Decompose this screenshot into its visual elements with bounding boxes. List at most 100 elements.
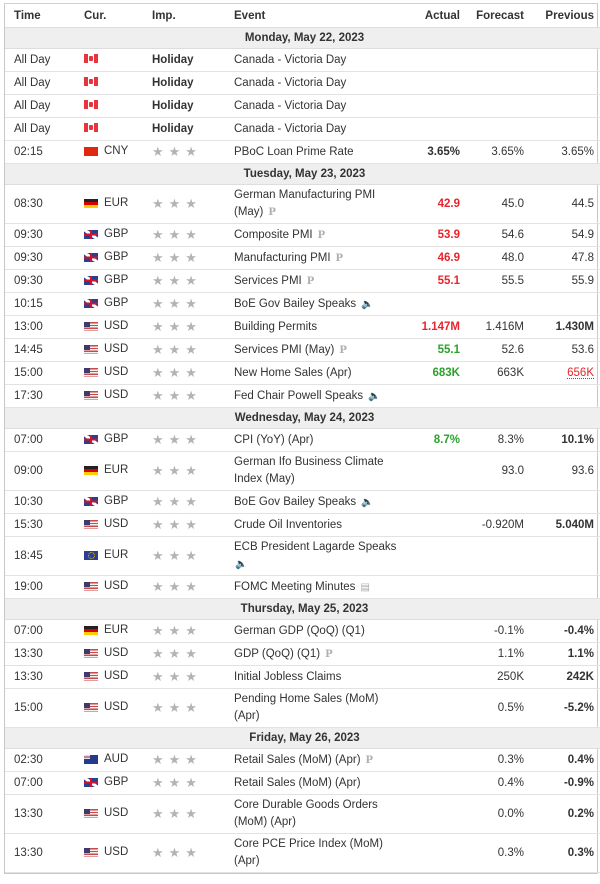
previous-value-cell[interactable]: 656K bbox=[524, 361, 600, 385]
event-name-cell[interactable]: Pending Home Sales (MoM) (Apr) bbox=[234, 688, 402, 728]
event-row[interactable]: 09:30 GBP ★★★ Composite PMI P 53.9 54.6 54.9 bbox=[5, 223, 600, 247]
event-name[interactable]: ECB President Lagarde Speaks bbox=[234, 541, 396, 553]
event-name-cell[interactable]: Building Permits bbox=[234, 315, 402, 339]
event-row[interactable]: 10:15 GBP ★★★ BoE Gov Bailey Speaks 🔈 bbox=[5, 292, 600, 316]
event-row[interactable]: 14:45 USD ★★★ Services PMI (May) P 55.1 52.6 53… bbox=[5, 338, 600, 362]
event-name[interactable]: FOMC Meeting Minutes bbox=[234, 581, 355, 593]
revised-previous-value[interactable]: 656K bbox=[567, 367, 594, 379]
event-name-cell[interactable]: PBoC Loan Prime Rate bbox=[234, 140, 402, 164]
event-name-cell[interactable]: Core Durable Goods Orders (MoM) (Apr) bbox=[234, 794, 402, 834]
event-name-cell[interactable]: German Ifo Business Climate Index (May) bbox=[234, 451, 402, 491]
event-name-cell[interactable]: Crude Oil Inventories bbox=[234, 513, 402, 537]
event-row[interactable]: 10:30 GBP ★★★ BoE Gov Bailey Speaks 🔈 bbox=[5, 490, 600, 514]
event-name[interactable]: PBoC Loan Prime Rate bbox=[234, 146, 354, 158]
event-row[interactable]: 13:30 USD ★★★ Core Durable Goods Orders (Mo… bbox=[5, 794, 600, 834]
event-row[interactable]: 09:30 GBP ★★★ Services PMI P 55.1 55.5 55.9 bbox=[5, 269, 600, 293]
event-row[interactable]: 15:30 USD ★★★ Crude Oil Inventories -0.920M 5… bbox=[5, 513, 600, 537]
event-row[interactable]: 17:30 USD ★★★ Fed Chair Powell Speaks 🔈 bbox=[5, 384, 600, 408]
event-name[interactable]: Services PMI (May) bbox=[234, 344, 334, 356]
event-name[interactable]: Canada - Victoria Day bbox=[234, 123, 346, 135]
event-name[interactable]: German Manufacturing PMI (May) bbox=[234, 189, 375, 218]
event-row[interactable]: All Day Holiday Canada - Victoria Day bbox=[5, 48, 600, 72]
event-name[interactable]: German GDP (QoQ) (Q1) bbox=[234, 625, 365, 637]
event-name-cell[interactable]: German Manufacturing PMI (May) P bbox=[234, 184, 402, 224]
event-row[interactable]: All Day Holiday Canada - Victoria Day bbox=[5, 117, 600, 141]
event-row[interactable]: 07:00 GBP ★★★ CPI (YoY) (Apr) 8.7% 8.3% 10.1% bbox=[5, 428, 600, 452]
event-name[interactable]: Core Durable Goods Orders (MoM) (Apr) bbox=[234, 799, 378, 828]
event-name[interactable]: Pending Home Sales (MoM) (Apr) bbox=[234, 693, 378, 722]
event-name-cell[interactable]: CPI (YoY) (Apr) bbox=[234, 428, 402, 452]
event-name-cell[interactable]: Fed Chair Powell Speaks 🔈 bbox=[234, 384, 402, 408]
event-name[interactable]: New Home Sales (Apr) bbox=[234, 367, 352, 379]
event-row[interactable]: 13:30 USD ★★★ Core PCE Price Index (MoM) (A… bbox=[5, 833, 600, 873]
event-name[interactable]: Manufacturing PMI bbox=[234, 252, 331, 264]
event-name-cell[interactable]: Initial Jobless Claims bbox=[234, 665, 402, 689]
event-name-cell[interactable]: Canada - Victoria Day bbox=[234, 94, 402, 118]
event-row[interactable]: All Day Holiday Canada - Victoria Day bbox=[5, 71, 600, 95]
event-name-cell[interactable]: Retail Sales (MoM) (Apr) P bbox=[234, 748, 402, 772]
event-row[interactable]: 18:45 EUR ★★★ ECB President Lagarde Speaks 🔈 bbox=[5, 536, 600, 576]
event-name-cell[interactable]: GDP (QoQ) (Q1) P bbox=[234, 642, 402, 666]
event-name[interactable]: Retail Sales (MoM) (Apr) bbox=[234, 777, 361, 789]
event-row[interactable]: 09:30 GBP ★★★ Manufacturing PMI P 46.9 48.0 47.… bbox=[5, 246, 600, 270]
event-name[interactable]: Core PCE Price Index (MoM) (Apr) bbox=[234, 838, 383, 867]
event-name-cell[interactable]: Core PCE Price Index (MoM) (Apr) bbox=[234, 833, 402, 873]
col-header-previous[interactable]: Previous bbox=[524, 4, 600, 28]
event-name-cell[interactable]: ECB President Lagarde Speaks 🔈 bbox=[234, 536, 402, 576]
event-name[interactable]: GDP (QoQ) (Q1) bbox=[234, 648, 320, 660]
event-name-cell[interactable]: New Home Sales (Apr) bbox=[234, 361, 402, 385]
event-name[interactable]: Canada - Victoria Day bbox=[234, 100, 346, 112]
event-row[interactable]: All Day Holiday Canada - Victoria Day bbox=[5, 94, 600, 118]
event-importance: ★★★ bbox=[143, 246, 234, 270]
event-name-cell[interactable]: Services PMI (May) P bbox=[234, 338, 402, 362]
previous-value-cell: 93.6 bbox=[524, 451, 600, 491]
event-row[interactable]: 13:30 USD ★★★ Initial Jobless Claims 250K 242… bbox=[5, 665, 600, 689]
event-row[interactable]: 07:00 GBP ★★★ Retail Sales (MoM) (Apr) 0.4% -… bbox=[5, 771, 600, 795]
previous-value: 1.430M bbox=[555, 321, 594, 333]
event-row[interactable]: 09:00 EUR ★★★ German Ifo Business Climate I… bbox=[5, 451, 600, 491]
event-name[interactable]: German Ifo Business Climate Index (May) bbox=[234, 456, 384, 485]
event-name[interactable]: Fed Chair Powell Speaks bbox=[234, 390, 363, 402]
event-row[interactable]: 07:00 EUR ★★★ German GDP (QoQ) (Q1) -0.1% -0.… bbox=[5, 619, 600, 643]
currency-code: USD bbox=[104, 846, 129, 859]
event-name[interactable]: Building Permits bbox=[234, 321, 317, 333]
event-name[interactable]: Canada - Victoria Day bbox=[234, 77, 346, 89]
event-row[interactable]: 13:00 USD ★★★ Building Permits 1.147M 1.416M 1… bbox=[5, 315, 600, 339]
col-header-importance[interactable]: Imp. bbox=[143, 4, 234, 28]
flag-cn-icon bbox=[84, 146, 98, 156]
event-name[interactable]: Retail Sales (MoM) (Apr) bbox=[234, 754, 361, 766]
event-name[interactable]: Initial Jobless Claims bbox=[234, 671, 341, 683]
actual-value bbox=[402, 575, 460, 599]
event-name[interactable]: Canada - Victoria Day bbox=[234, 54, 346, 66]
event-name[interactable]: BoE Gov Bailey Speaks bbox=[234, 496, 356, 508]
event-row[interactable]: 08:30 EUR ★★★ German Manufacturing PMI (May… bbox=[5, 184, 600, 224]
event-row[interactable]: 19:00 USD ★★★ FOMC Meeting Minutes ▤ bbox=[5, 575, 600, 599]
event-name-cell[interactable]: Composite PMI P bbox=[234, 223, 402, 247]
event-row[interactable]: 02:15 CNY ★★★ PBoC Loan Prime Rate 3.65% 3.65… bbox=[5, 140, 600, 164]
event-name-cell[interactable]: Canada - Victoria Day bbox=[234, 71, 402, 95]
event-name-cell[interactable]: Services PMI P bbox=[234, 269, 402, 293]
col-header-actual[interactable]: Actual bbox=[402, 4, 460, 28]
col-header-forecast[interactable]: Forecast bbox=[460, 4, 524, 28]
col-header-time[interactable]: Time bbox=[5, 4, 74, 28]
event-name[interactable]: BoE Gov Bailey Speaks bbox=[234, 298, 356, 310]
event-name-cell[interactable]: Canada - Victoria Day bbox=[234, 48, 402, 72]
event-row[interactable]: 15:00 USD ★★★ Pending Home Sales (MoM) (Apr… bbox=[5, 688, 600, 728]
event-name[interactable]: CPI (YoY) (Apr) bbox=[234, 434, 313, 446]
event-name[interactable]: Services PMI bbox=[234, 275, 302, 287]
event-name-cell[interactable]: FOMC Meeting Minutes ▤ bbox=[234, 575, 402, 599]
event-name-cell[interactable]: BoE Gov Bailey Speaks 🔈 bbox=[234, 292, 402, 316]
event-row[interactable]: 13:30 USD ★★★ GDP (QoQ) (Q1) P 1.1% 1.1% bbox=[5, 642, 600, 666]
event-name-cell[interactable]: Retail Sales (MoM) (Apr) bbox=[234, 771, 402, 795]
col-header-currency[interactable]: Cur. bbox=[74, 4, 143, 28]
event-name[interactable]: Composite PMI bbox=[234, 229, 313, 241]
event-name-cell[interactable]: BoE Gov Bailey Speaks 🔈 bbox=[234, 490, 402, 514]
event-row[interactable]: 02:30 AUD ★★★ Retail Sales (MoM) (Apr) P 0.3%… bbox=[5, 748, 600, 772]
event-name[interactable]: Crude Oil Inventories bbox=[234, 519, 342, 531]
col-header-event[interactable]: Event bbox=[234, 4, 402, 28]
event-row[interactable]: 15:00 USD ★★★ New Home Sales (Apr) 683K 663K 6… bbox=[5, 361, 600, 385]
currency: EUR bbox=[74, 624, 128, 636]
event-name-cell[interactable]: Canada - Victoria Day bbox=[234, 117, 402, 141]
event-name-cell[interactable]: Manufacturing PMI P bbox=[234, 246, 402, 270]
event-name-cell[interactable]: German GDP (QoQ) (Q1) bbox=[234, 619, 402, 643]
